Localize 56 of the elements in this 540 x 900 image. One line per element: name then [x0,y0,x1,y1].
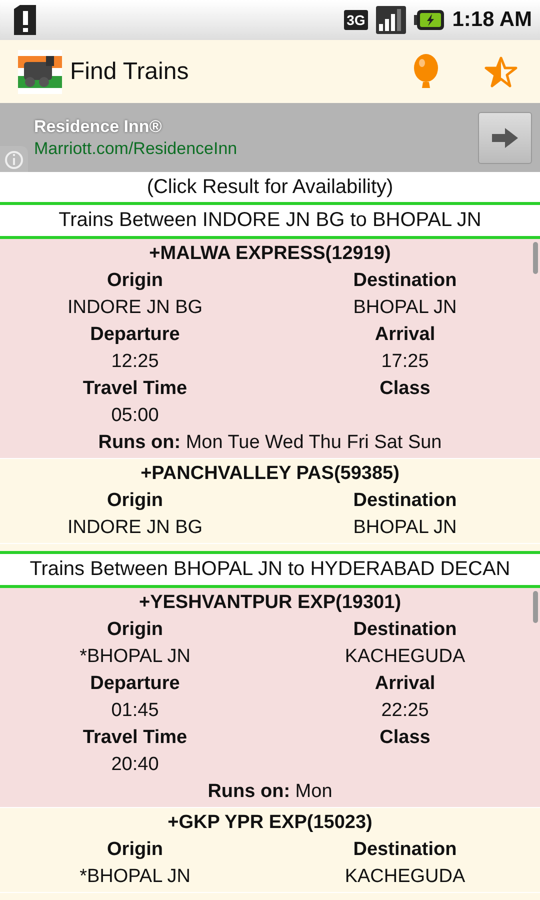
field-value: 22:25 [381,699,429,723]
field-label: Origin [107,269,163,293]
arrow-icon [492,128,518,148]
field-value: KACHEGUDA [344,645,466,669]
scrollbar[interactable] [533,242,538,274]
field-value: BHOPAL JN [353,516,457,540]
field-label: Class [380,377,430,401]
field-label: Origin [107,618,163,642]
field-value: INDORE JN BG [67,296,203,320]
train-card[interactable]: +MALWA EXPRESS(12919) Origin INDORE JN BG Destination BHOPAL JN Departure 12:25 Arrival 17:25 Travel Time 05:00 Class Runs on: Mon Tue Wed Thu Fri Sat Sun [0,239,540,459]
battery-charging-icon [414,10,444,30]
field-value: 01:45 [111,699,159,723]
balloon-icon[interactable] [412,54,440,90]
field-value: INDORE JN BG [67,516,203,540]
field-label: Departure [90,672,180,696]
clock: 1:18 AM [452,8,532,32]
field-label: Destination [353,269,457,293]
train-name: +GKP YPR EXP(15023) [166,811,374,835]
train-name: +MALWA EXPRESS(12919) [148,242,392,266]
field-label: Destination [353,838,457,862]
field-label: Arrival [374,672,436,696]
field-value: *BHOPAL JN [80,865,190,889]
train-name: +YESHVANTPUR EXP(19301) [138,591,402,615]
field-value: KACHEGUDA [344,865,466,889]
field-value: 17:25 [381,350,429,374]
hint-text: (Click Result for Availability) [0,172,540,205]
train-name: +PANCHVALLEY PAS(59385) [140,462,400,486]
ad-open-button[interactable] [478,112,532,164]
field-label: Arrival [374,323,436,347]
field-value: *BHOPAL JN [80,645,190,669]
network-type-label: 3G [344,10,368,30]
runs-on-text: Runs on: Mon [206,780,334,804]
signal-icon [376,6,406,34]
section-title: Trains Between BHOPAL JN to HYDERABAD DECAN [0,554,540,588]
ad-title: Residence Inn® [34,116,162,136]
runs-on-text: Runs on: Mon Tue Wed Thu Fri Sat Sun [97,431,443,455]
field-value: 20:40 [111,753,159,777]
field-label: Travel Time [82,726,188,750]
field-value: 05:00 [111,404,159,428]
field-label: Departure [90,323,180,347]
section-title: Trains Between INDORE JN BG to BHOPAL JN [0,205,540,239]
locomotive-logo-icon [18,50,62,94]
field-label: Origin [107,838,163,862]
field-value: 12:25 [111,350,159,374]
train-card[interactable]: +YESHVANTPUR EXP(19301) Origin *BHOPAL JN Destination KACHEGUDA Departure 01:45 Arrival 22:25 Travel Time 20:40 Class Runs on: Mon [0,588,540,808]
app-title: Find Trains [70,58,190,86]
field-label: Destination [353,489,457,513]
field-label: Destination [353,618,457,642]
half-star-icon[interactable] [484,56,518,88]
field-label: Travel Time [82,377,188,401]
field-value: BHOPAL JN [353,296,457,320]
field-label: Origin [107,489,163,513]
info-icon[interactable] [0,146,28,172]
scrollbar[interactable] [533,591,538,623]
field-label: Class [380,726,430,750]
sd-card-alert-icon [12,5,38,35]
